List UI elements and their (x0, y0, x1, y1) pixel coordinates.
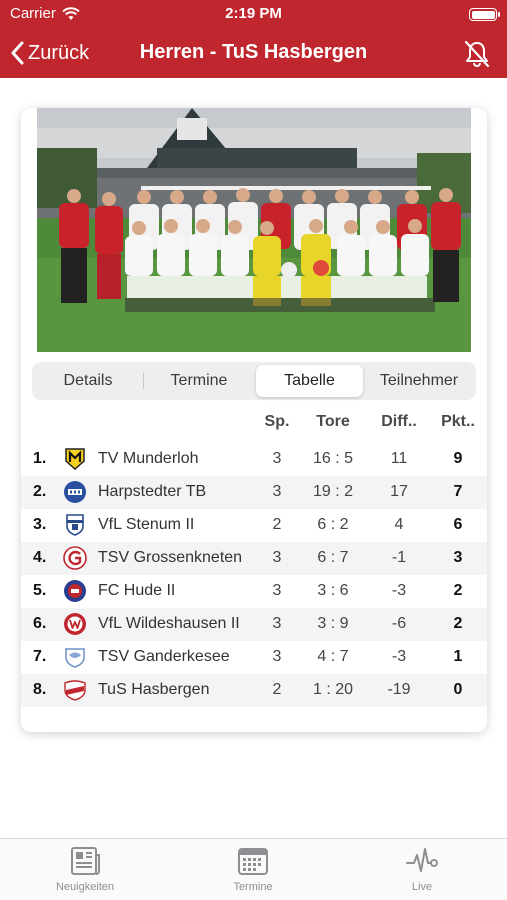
calendar-icon (238, 848, 268, 875)
segment-tabelle[interactable]: Tabelle (256, 365, 363, 397)
back-button[interactable]: Zurück (10, 38, 89, 68)
htb-crest-icon (64, 481, 86, 503)
ganderkesee-crest-icon (65, 648, 85, 668)
row-points: 2 (453, 582, 463, 599)
row-diff: 4 (394, 516, 404, 533)
tab-label: Live (411, 881, 433, 893)
segment-divider (143, 373, 144, 389)
row-team: TV Munderloh (98, 450, 199, 467)
row-team: TuS Hasbergen (98, 681, 210, 698)
row-points: 1 (453, 648, 463, 665)
row-goals: 4 : 7 (317, 648, 349, 665)
row-goals: 3 : 6 (317, 582, 349, 599)
row-points: 0 (453, 681, 463, 698)
row-games: 3 (272, 450, 282, 467)
wildeshausen-crest-icon (64, 613, 86, 635)
row-team: TSV Grossenkneten (98, 549, 243, 566)
row-games: 3 (272, 582, 282, 599)
row-diff: -3 (391, 582, 407, 599)
segment-teilnehmer[interactable]: Teilnehmer (365, 365, 473, 397)
grossenkneten-crest-icon (63, 546, 87, 570)
row-goals: 6 : 2 (317, 516, 349, 533)
team-card: Details Termine Tabelle Teilnehmer Sp. T… (21, 108, 487, 732)
header-games: Sp. (264, 413, 290, 430)
row-rank: 4. (33, 549, 47, 566)
status-bar: Carrier 2:19 PM (0, 0, 507, 30)
table-row[interactable]: 1. TV Munderloh 3 16 : 5 11 9 (21, 443, 487, 476)
row-team: VfL Stenum II (98, 516, 195, 533)
table-row[interactable]: 7. TSV Ganderkesee 3 4 : 7 -3 1 (21, 641, 487, 674)
segment-termine[interactable]: Termine (145, 365, 253, 397)
hude-crest-icon (64, 580, 86, 602)
header-goals: Tore (316, 413, 350, 430)
row-points: 6 (453, 516, 463, 533)
row-team: VfL Wildeshausen II (98, 615, 240, 632)
tab-termine[interactable]: Termine (188, 845, 318, 899)
tab-neuigkeiten[interactable]: Neuigkeiten (20, 845, 150, 899)
row-rank: 7. (33, 648, 47, 665)
back-label: Zurück (28, 41, 90, 64)
tab-live[interactable]: Live (357, 845, 487, 899)
newspaper-icon (71, 847, 100, 875)
row-team: TSV Ganderkesee (98, 648, 230, 665)
row-team: Harpstedter TB (98, 483, 207, 500)
table-row[interactable]: 6. VfL Wildeshausen II 3 3 : 9 -6 2 (21, 608, 487, 641)
row-games: 3 (272, 615, 282, 632)
row-team: FC Hude II (98, 582, 176, 599)
row-rank: 6. (33, 615, 47, 632)
row-diff: -19 (387, 681, 411, 698)
munderloh-crest-icon (65, 448, 85, 471)
clock: 2:19 PM (225, 5, 282, 22)
battery-icon (469, 8, 500, 21)
table-row[interactable]: 2. Harpstedter TB 3 19 : 2 17 7 (21, 476, 487, 509)
tab-label: Termine (233, 881, 273, 893)
bell-slash-icon[interactable] (461, 38, 493, 70)
header-points: Pkt.. (441, 413, 475, 430)
row-diff: -6 (391, 615, 407, 632)
navigation-bar: Zurück Herren - TuS Hasbergen (0, 30, 507, 78)
row-points: 2 (453, 615, 463, 632)
row-points: 3 (453, 549, 463, 566)
row-diff: -1 (391, 549, 407, 566)
row-goals: 6 : 7 (317, 549, 349, 566)
table-row[interactable]: 4. TSV Grossenkneten 3 6 : 7 -1 3 (21, 542, 487, 575)
row-rank: 8. (33, 681, 47, 698)
row-diff: -3 (391, 648, 407, 665)
row-games: 3 (272, 483, 282, 500)
pulse-icon (406, 848, 438, 872)
row-rank: 2. (33, 483, 47, 500)
row-points: 7 (453, 483, 463, 500)
row-goals: 3 : 9 (317, 615, 349, 632)
chevron-left-icon (11, 41, 24, 65)
tab-label: Neuigkeiten (55, 881, 115, 893)
table-row[interactable]: 8. TuS Hasbergen 2 1 : 20 -19 0 (21, 674, 487, 707)
row-games: 3 (272, 549, 282, 566)
row-games: 2 (272, 516, 282, 533)
row-rank: 5. (33, 582, 47, 599)
row-rank: 3. (33, 516, 47, 533)
stenum-crest-icon (66, 514, 84, 536)
segmented-control: Details Termine Tabelle Teilnehmer (32, 362, 476, 400)
row-games: 3 (272, 648, 282, 665)
row-goals: 19 : 2 (312, 483, 354, 500)
tab-bar: Neuigkeiten Termine Live (0, 838, 507, 900)
row-points: 9 (453, 450, 463, 467)
row-diff: 11 (390, 450, 408, 467)
team-photo (37, 108, 471, 352)
row-diff: 17 (390, 483, 408, 500)
table-row[interactable]: 5. FC Hude II 3 3 : 6 -3 2 (21, 575, 487, 608)
row-goals: 16 : 5 (312, 450, 354, 467)
header-diff: Diff.. (381, 413, 417, 430)
row-games: 2 (272, 681, 282, 698)
table-row[interactable]: 3. VfL Stenum II 2 6 : 2 4 6 (21, 509, 487, 542)
hasbergen-crest-icon (64, 680, 86, 701)
segment-details[interactable]: Details (35, 365, 141, 397)
row-rank: 1. (33, 450, 47, 467)
row-goals: 1 : 20 (312, 681, 354, 698)
